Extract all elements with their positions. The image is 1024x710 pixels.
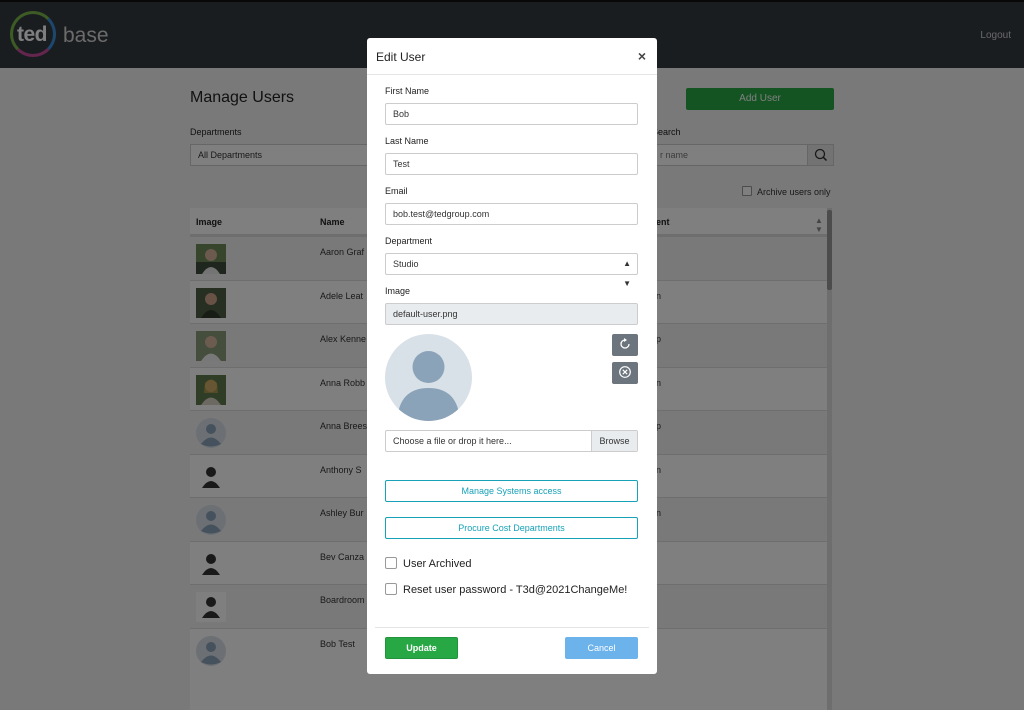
reset-password-toggle[interactable]: Reset user password - T3d@2021ChangeMe! [385, 583, 627, 596]
image-preview [385, 334, 472, 421]
manage-systems-access-button[interactable]: Manage Systems access [385, 480, 638, 502]
select-caret-icon: ▲ ▼ [623, 259, 631, 288]
edit-user-modal: Edit User × First Name Bob Last Name Tes… [367, 38, 657, 674]
cancel-button[interactable]: Cancel [565, 637, 638, 659]
last-name-field[interactable]: Test [385, 153, 638, 175]
department-label: Department [385, 236, 433, 246]
modal-footer-divider [375, 627, 649, 628]
remove-circle-icon [619, 366, 631, 378]
first-name-label: First Name [385, 86, 430, 96]
reset-password-checkbox[interactable] [385, 583, 397, 595]
close-icon[interactable]: × [638, 48, 646, 64]
email-label: Email [385, 186, 408, 196]
image-label: Image [385, 286, 411, 296]
last-name-label: Last Name [385, 136, 429, 146]
modal-title: Edit User [376, 50, 426, 64]
file-upload-input[interactable]: Choose a file or drop it here... Browse [385, 430, 638, 452]
department-select[interactable]: Studio ▲ ▼ [385, 253, 638, 288]
user-archived-checkbox[interactable] [385, 557, 397, 569]
user-archived-label: User Archived [403, 558, 472, 570]
email-field[interactable]: bob.test@tedgroup.com [385, 203, 638, 225]
user-archived-toggle[interactable]: User Archived [385, 557, 471, 570]
browse-button[interactable]: Browse [591, 431, 637, 451]
rotate-icon [620, 338, 630, 349]
rotate-image-button[interactable] [612, 334, 638, 356]
department-select-value: Studio [393, 259, 419, 269]
procure-cost-departments-button[interactable]: Procure Cost Departments [385, 517, 638, 539]
file-upload-placeholder: Choose a file or drop it here... [393, 436, 512, 446]
remove-image-button[interactable] [612, 362, 638, 384]
user-silhouette-icon [397, 351, 460, 421]
reset-password-label: Reset user password - T3d@2021ChangeMe! [403, 584, 628, 596]
image-filename-field: default-user.png [385, 303, 638, 325]
update-button[interactable]: Update [385, 637, 458, 659]
modal-header: Edit User × [367, 38, 657, 75]
first-name-field[interactable]: Bob [385, 103, 638, 125]
